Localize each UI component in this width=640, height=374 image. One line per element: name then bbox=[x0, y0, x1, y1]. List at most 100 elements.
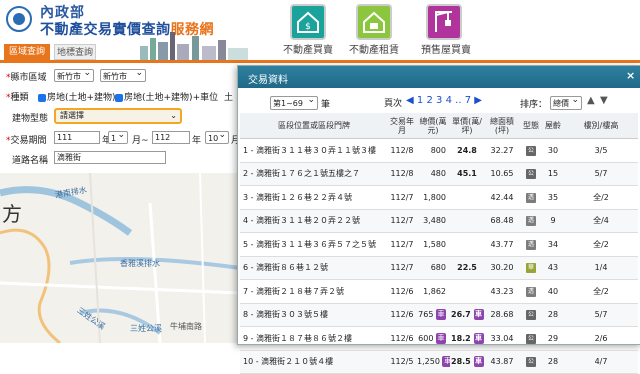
cell-address[interactable]: 2 - 滴雅街１７６之１號五樓之７ bbox=[240, 162, 388, 186]
map-view[interactable]: 方 港南排水 香雅溪排水 牛埔南路 三姓公溪 三姓公溪 bbox=[0, 173, 240, 343]
page-ellipsis: .. bbox=[455, 95, 462, 106]
cell-date: 112/6 bbox=[388, 279, 416, 304]
nav-buy-button[interactable]: $ bbox=[290, 4, 326, 40]
month-from-select[interactable]: 1 bbox=[108, 129, 128, 144]
cell-date: 112/6 bbox=[388, 326, 416, 351]
table-row[interactable]: 5 - 滴雅街３１１巷３６弄５７之５號 112/7 1,580 43.77 透 34 全/… bbox=[240, 232, 638, 257]
cell-age: 40 bbox=[542, 279, 564, 304]
table-row[interactable]: 6 - 滴雅街８６巷１２號 112/7 680 22.5 30.20 華 43 1/4 bbox=[240, 256, 638, 280]
cell-address[interactable]: 7 - 滴雅街２１８巷７弄２號 bbox=[240, 279, 388, 304]
cell-address[interactable]: 8 - 滴雅街３０３號５樓 bbox=[240, 303, 388, 327]
year-from-input[interactable]: 111 bbox=[54, 131, 100, 144]
type-option-2[interactable]: 房地(土地+建物)+車位 bbox=[115, 90, 218, 103]
col-age[interactable]: 屋齡 bbox=[542, 113, 564, 139]
cell-floor: 5/7 bbox=[564, 303, 638, 327]
col-type: 型態 bbox=[520, 113, 542, 139]
pages-label: 頁次 bbox=[384, 99, 403, 109]
building-type-badge: 透 bbox=[526, 286, 536, 297]
page-link[interactable]: 3 bbox=[436, 95, 442, 106]
cell-unit-price bbox=[450, 185, 484, 210]
house-key-icon bbox=[363, 11, 385, 33]
cell-age: 35 bbox=[542, 185, 564, 210]
checkbox[interactable] bbox=[115, 93, 123, 102]
building-type-select[interactable]: 請選擇 ⌄ bbox=[54, 108, 182, 124]
cell-address[interactable]: 10 - 滴雅街２１０號４樓 bbox=[240, 350, 388, 374]
page-link[interactable]: 7 bbox=[465, 95, 471, 106]
cell-date: 112/8 bbox=[388, 138, 416, 163]
nav-rent-button[interactable] bbox=[356, 4, 392, 40]
cell-age: 9 bbox=[542, 209, 564, 233]
cell-total: 480 bbox=[416, 162, 450, 186]
page-range-select[interactable]: 第1~69 bbox=[270, 94, 318, 110]
period-label: *交易期間 bbox=[6, 136, 47, 146]
city-select[interactable]: 新竹市 bbox=[54, 67, 94, 82]
cell-address[interactable]: 1 - 滴雅街３１１巷３０弄１１號３樓 bbox=[240, 138, 388, 163]
sort-select[interactable]: 總價 bbox=[550, 94, 582, 110]
parking-badge: 車 bbox=[473, 309, 484, 321]
cell-date: 112/8 bbox=[388, 162, 416, 186]
parking-badge: 車 bbox=[473, 332, 484, 344]
cell-address[interactable]: 9 - 滴雅街１８７巷８６號２樓 bbox=[240, 326, 388, 351]
checkbox[interactable] bbox=[38, 93, 46, 102]
year-to-input[interactable]: 112 bbox=[152, 131, 190, 144]
cell-unit-price: 45.1 bbox=[450, 162, 484, 186]
sort-asc-icon[interactable]: ▲ bbox=[587, 95, 595, 106]
road-input[interactable]: 滴雅街 bbox=[54, 151, 166, 164]
next-page-icon[interactable]: ▶ bbox=[474, 95, 482, 106]
cell-address[interactable]: 4 - 滴雅街３１１巷２０弄２２號 bbox=[240, 209, 388, 233]
cell-floor: 3/5 bbox=[564, 138, 638, 163]
cell-address[interactable]: 3 - 滴雅街１２６巷２２弄４號 bbox=[240, 185, 388, 210]
parking-badge: 車 bbox=[473, 356, 484, 368]
city-skyline-icon bbox=[140, 32, 248, 60]
table-row[interactable]: 10 - 滴雅街２１０號４樓112/51,250 車28.5 車43.87 公 28… bbox=[240, 350, 638, 374]
page-link[interactable]: 1 bbox=[417, 95, 423, 106]
cell-type: 華 bbox=[520, 256, 542, 280]
cell-date: 112/6 bbox=[388, 303, 416, 327]
cell-address[interactable]: 6 - 滴雅街８６巷１２號 bbox=[240, 256, 388, 280]
nav-presale-label[interactable]: 預售屋買賣 bbox=[411, 41, 481, 56]
type-option-3[interactable]: 土 bbox=[224, 90, 233, 103]
col-address[interactable]: 區段位置或區段門牌 bbox=[240, 113, 388, 139]
page-link[interactable]: 4 bbox=[446, 95, 452, 106]
cell-type: 透 bbox=[520, 279, 542, 304]
col-area[interactable]: 總面積(坪) bbox=[484, 113, 520, 139]
tab-area-search[interactable]: 區域查詢 bbox=[4, 44, 50, 60]
col-unit-price[interactable]: 單價(萬/坪) bbox=[450, 113, 484, 139]
cell-unit-price bbox=[450, 232, 484, 257]
nav-presale-button[interactable] bbox=[426, 4, 462, 40]
cell-date: 112/7 bbox=[388, 209, 416, 233]
type-label: *種類 bbox=[6, 93, 29, 103]
page-link[interactable]: 2 bbox=[426, 95, 432, 106]
table-row[interactable]: 4 - 滴雅街３１１巷２０弄２２號 112/7 3,480 68.48 透 9 全/4 bbox=[240, 209, 638, 233]
cell-address[interactable]: 5 - 滴雅街３１１巷３６弄５７之５號 bbox=[240, 232, 388, 257]
sort-desc-icon[interactable]: ▼ bbox=[600, 95, 608, 106]
cell-type: 公 bbox=[520, 162, 542, 186]
cell-total: 765 車 bbox=[416, 303, 450, 327]
prev-page-icon[interactable]: ◀ bbox=[406, 95, 414, 106]
cell-total: 3,480 bbox=[416, 209, 450, 233]
cell-total: 1,800 bbox=[416, 185, 450, 210]
nav-rent-label[interactable]: 不動產租賃 bbox=[339, 41, 409, 56]
transaction-modal: 交易資料 × 第1~69 筆 頁次 ◀ 1 2 3 4 .. 7 ▶ 排序： 總… bbox=[237, 65, 640, 374]
table-row[interactable]: 7 - 滴雅街２１８巷７弄２號 112/6 1,862 43.23 透 40 全/2 bbox=[240, 279, 638, 304]
month-to-select[interactable]: 10 bbox=[205, 129, 229, 144]
cell-unit-price bbox=[450, 279, 484, 304]
col-total[interactable]: 總價(萬元) bbox=[416, 113, 450, 139]
table-row[interactable]: 9 - 滴雅街１８７巷８６號２樓 112/6 600 車 18.2 車 33.04 公 29… bbox=[240, 326, 638, 351]
building-type-badge: 透 bbox=[526, 239, 536, 250]
table-row[interactable]: 8 - 滴雅街３０３號５樓 112/6 765 車 26.7 車 28.68 公 28 5/7 bbox=[240, 303, 638, 327]
table-row[interactable]: 1 - 滴雅街３１１巷３０弄１１號３樓 112/8 800 24.8 32.27 公 3… bbox=[240, 138, 638, 163]
col-date[interactable]: 交易年月 bbox=[388, 113, 416, 139]
cell-area: 42.44 bbox=[484, 185, 520, 210]
cell-unit-price: 24.8 bbox=[450, 138, 484, 163]
close-icon[interactable]: × bbox=[626, 69, 635, 82]
road-label: 道路名稱 bbox=[12, 156, 49, 166]
tab-landmark-search[interactable]: 地標查詢 bbox=[54, 44, 96, 60]
nav-buy-label[interactable]: 不動產買賣 bbox=[273, 41, 343, 56]
modal-header bbox=[238, 66, 640, 88]
table-row[interactable]: 3 - 滴雅街１２６巷２２弄４號 112/7 1,800 42.44 透 35 全/2 bbox=[240, 185, 638, 210]
type-option-1[interactable]: 房地(土地+建物) bbox=[38, 90, 116, 103]
cell-date: 112/7 bbox=[388, 232, 416, 257]
district-select[interactable]: 新竹市 bbox=[100, 67, 146, 82]
table-row[interactable]: 2 - 滴雅街１７６之１號五樓之７ 112/8 480 45.1 10.65 公 15 5… bbox=[240, 162, 638, 186]
